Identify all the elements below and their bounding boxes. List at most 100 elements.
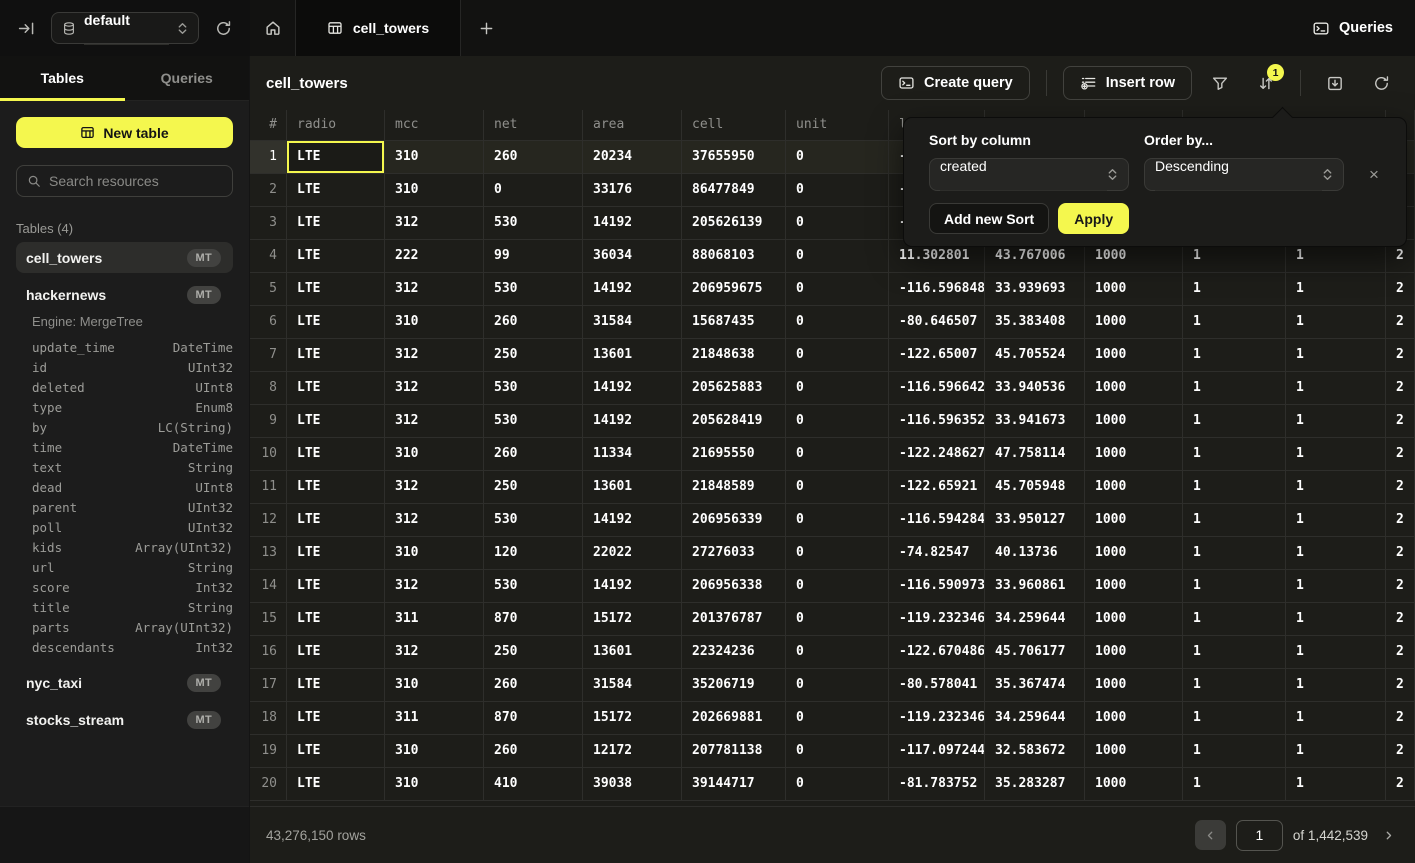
column-header[interactable]: net [484,110,583,140]
grid-cell[interactable]: 2 [1386,372,1415,404]
grid-cell[interactable]: 312 [385,570,484,602]
grid-cell[interactable]: 1 [1286,603,1386,635]
grid-cell[interactable]: 310 [385,438,484,470]
grid-cell[interactable]: 1 [1286,669,1386,701]
grid-cell[interactable]: 1000 [1085,273,1183,305]
grid-cell[interactable]: 310 [385,735,484,767]
grid-cell[interactable]: 1000 [1085,702,1183,734]
grid-cell[interactable]: 0 [786,339,889,371]
grid-cell[interactable]: LTE [287,174,385,206]
grid-cell[interactable]: 21695550 [682,438,786,470]
grid-cell[interactable]: 1 [1286,636,1386,668]
grid-cell[interactable]: 530 [484,405,583,437]
sidebar-item-nyc-taxi[interactable]: nyc_taxi MT [16,667,233,698]
grid-cell[interactable]: LTE [287,702,385,734]
grid-cell[interactable]: 1 [1183,669,1286,701]
grid-cell[interactable]: 1000 [1085,537,1183,569]
grid-cell[interactable]: 1 [1286,405,1386,437]
grid-cell[interactable]: 312 [385,471,484,503]
grid-cell[interactable]: 0 [786,438,889,470]
grid-cell[interactable]: -80.578041 [889,669,985,701]
grid-cell[interactable]: 13601 [583,339,682,371]
grid-cell[interactable]: 39038 [583,768,682,800]
grid-cell[interactable]: 0 [786,669,889,701]
grid-cell[interactable]: 310 [385,174,484,206]
sort-icon[interactable]: 1 [1248,66,1284,100]
grid-cell[interactable]: 2 [1386,273,1415,305]
grid-cell[interactable]: 2 [1386,603,1415,635]
grid-cell[interactable]: 14192 [583,570,682,602]
grid-cell[interactable]: LTE [287,405,385,437]
grid-cell[interactable]: LTE [287,306,385,338]
grid-cell[interactable]: 2 [1386,438,1415,470]
grid-cell[interactable]: 2 [1386,306,1415,338]
grid-cell[interactable]: 47.758114 [985,438,1085,470]
grid-cell[interactable]: 1 [1286,339,1386,371]
grid-cell[interactable]: 530 [484,273,583,305]
grid-cell[interactable]: 250 [484,471,583,503]
filter-icon[interactable] [1202,66,1238,100]
grid-cell[interactable]: LTE [287,438,385,470]
grid-cell[interactable]: 310 [385,537,484,569]
grid-cell[interactable]: 22324236 [682,636,786,668]
grid-cell[interactable]: -122.65007 [889,339,985,371]
grid-cell[interactable]: 310 [385,669,484,701]
grid-cell[interactable]: 0 [786,768,889,800]
grid-cell[interactable]: 530 [484,570,583,602]
grid-cell[interactable]: 2 [1386,669,1415,701]
grid-cell[interactable]: 1 [1183,471,1286,503]
grid-cell[interactable]: 1 [1286,471,1386,503]
queries-button[interactable]: Queries [1312,20,1393,37]
grid-cell[interactable]: 37655950 [682,141,786,173]
grid-cell[interactable]: 1000 [1085,636,1183,668]
grid-cell[interactable]: 1 [1286,273,1386,305]
grid-cell[interactable]: 870 [484,603,583,635]
grid-cell[interactable]: 1000 [1085,438,1183,470]
grid-cell[interactable]: 1 [1286,438,1386,470]
grid-cell[interactable]: 39144717 [682,768,786,800]
grid-cell[interactable]: 1 [1183,636,1286,668]
grid-cell[interactable]: 2 [1386,504,1415,536]
grid-cell[interactable]: 0 [786,537,889,569]
grid-cell[interactable]: 312 [385,372,484,404]
grid-cell[interactable]: 0 [786,603,889,635]
grid-cell[interactable]: -119.232346 [889,603,985,635]
grid-cell[interactable]: 206956338 [682,570,786,602]
grid-cell[interactable]: -116.596642 [889,372,985,404]
grid-cell[interactable]: 36034 [583,240,682,272]
grid-cell[interactable]: 20234 [583,141,682,173]
grid-cell[interactable]: 0 [786,306,889,338]
sidebar-tab-tables[interactable]: Tables [0,56,125,100]
grid-cell[interactable]: 0 [786,207,889,239]
grid-cell[interactable]: -122.670486 [889,636,985,668]
grid-cell[interactable]: 2 [1386,636,1415,668]
grid-cell[interactable]: 33.960861 [985,570,1085,602]
grid-cell[interactable]: LTE [287,339,385,371]
grid-cell[interactable]: 310 [385,141,484,173]
grid-cell[interactable]: -80.646507 [889,306,985,338]
grid-cell[interactable]: 312 [385,636,484,668]
grid-cell[interactable]: 2 [1386,570,1415,602]
grid-cell[interactable]: 2 [1386,768,1415,800]
grid-cell[interactable]: 1 [1286,570,1386,602]
grid-cell[interactable]: 45.705948 [985,471,1085,503]
grid-cell[interactable]: LTE [287,603,385,635]
create-query-button[interactable]: Create query [881,66,1030,100]
grid-cell[interactable]: 21848589 [682,471,786,503]
grid-cell[interactable]: -119.232346 [889,702,985,734]
grid-cell[interactable]: 86477849 [682,174,786,206]
grid-cell[interactable]: -116.594284 [889,504,985,536]
grid-cell[interactable]: -116.590973 [889,570,985,602]
grid-cell[interactable]: 1000 [1085,504,1183,536]
grid-cell[interactable]: 0 [786,141,889,173]
sidebar-item-cell-towers[interactable]: cell_towers MT [16,242,233,273]
grid-cell[interactable]: 1 [1286,537,1386,569]
grid-cell[interactable]: LTE [287,636,385,668]
grid-cell[interactable]: 2 [1386,471,1415,503]
grid-cell[interactable]: 33.950127 [985,504,1085,536]
grid-cell[interactable]: 0 [786,504,889,536]
grid-cell[interactable]: 0 [786,405,889,437]
grid-cell[interactable]: 250 [484,636,583,668]
grid-cell[interactable]: 45.706177 [985,636,1085,668]
grid-cell[interactable]: 14192 [583,273,682,305]
